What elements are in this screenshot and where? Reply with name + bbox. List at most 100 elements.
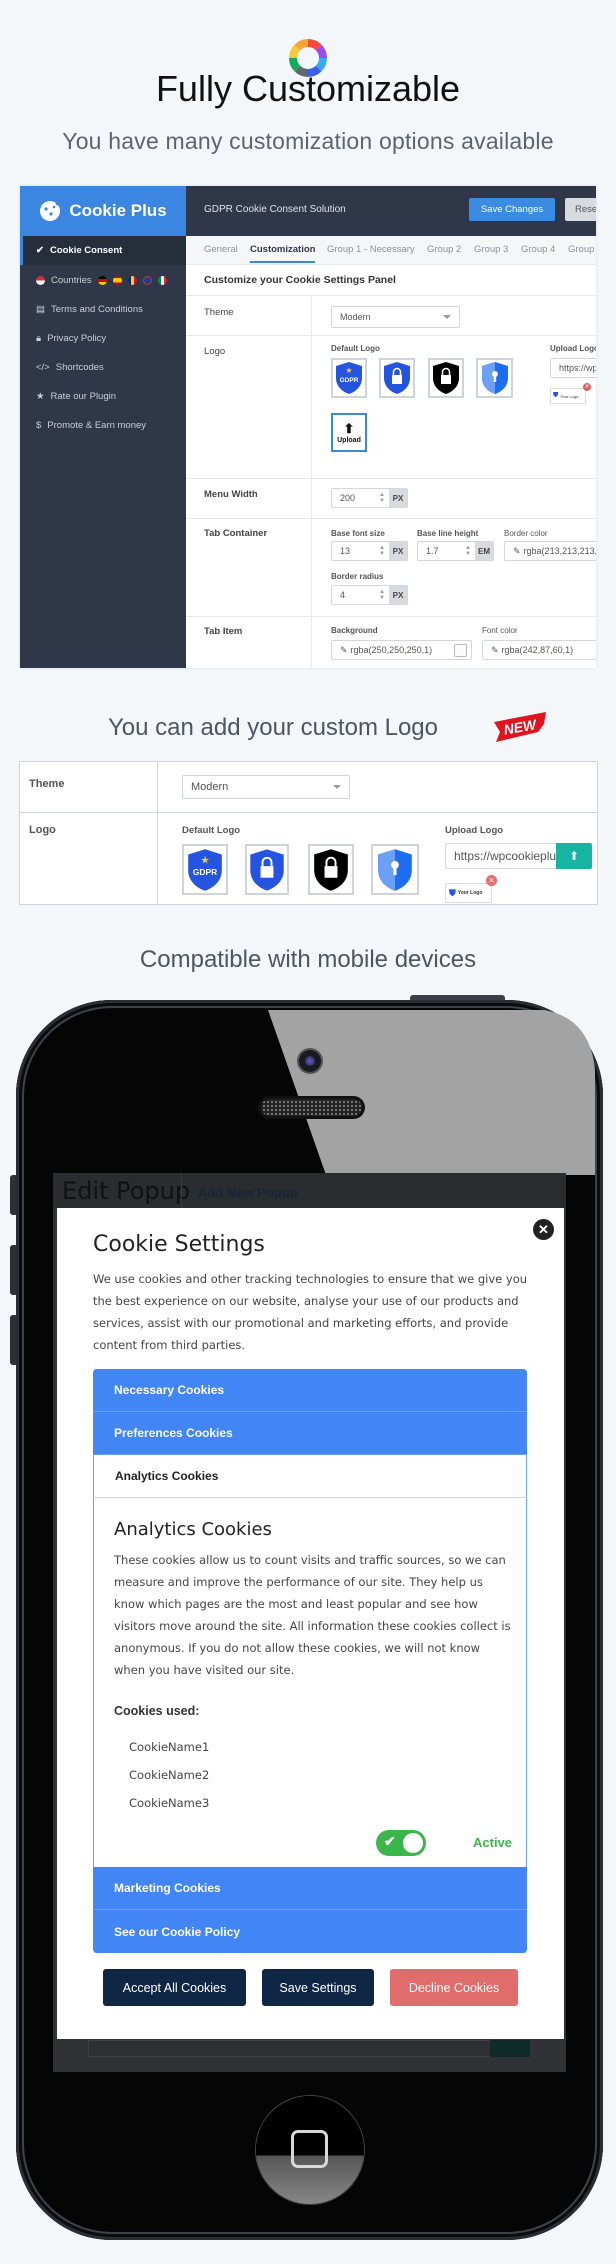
divider xyxy=(186,295,596,296)
divider xyxy=(186,518,596,519)
spinner-icon[interactable]: ▲ ▼ xyxy=(379,545,385,557)
code-icon: </> xyxy=(36,362,50,373)
base-line-height-input[interactable]: 1.7 ▲ ▼ EM xyxy=(417,541,494,561)
base-font-size-input[interactable]: 13 ▲ ▼ PX xyxy=(331,541,408,561)
background-upload-button xyxy=(490,2040,530,2057)
spain-flag-icon xyxy=(112,276,122,285)
divider xyxy=(181,1173,182,1208)
svg-text:★: ★ xyxy=(345,366,352,375)
upload-button[interactable]: ⬆ xyxy=(556,843,592,869)
shield-icon: ⛊ xyxy=(553,392,559,399)
logo-option-black-lock[interactable] xyxy=(428,358,464,398)
background-color-input[interactable]: ✎ rgba(250,250,250,1) xyxy=(331,640,472,660)
border-color-input[interactable]: ✎rgba(213,213,213,1) xyxy=(504,541,596,561)
menu-width-input[interactable]: 200 ▲ ▼ PX xyxy=(331,488,408,508)
new-badge: NEW xyxy=(490,710,550,744)
sidebar-item-label: Rate our Plugin xyxy=(50,391,117,402)
sidebar-item-cookie-consent[interactable]: ✔ Cookie Consent xyxy=(20,236,186,265)
star-icon: ★ xyxy=(36,391,45,402)
upload-logo-input[interactable]: https://wpcookieplus xyxy=(445,843,557,869)
chevron-down-icon xyxy=(443,315,451,319)
unit-label: EM xyxy=(475,542,493,560)
keyhole-shield-icon xyxy=(481,362,508,394)
divider xyxy=(186,335,596,336)
save-changes-button[interactable]: Save Changes xyxy=(469,198,555,221)
your-logo-text: Your Logo xyxy=(457,890,483,896)
tab-group-1[interactable]: Group 1 - Necessary xyxy=(327,244,415,255)
cookie-icon xyxy=(40,200,61,221)
logo-option-keyhole[interactable] xyxy=(371,844,419,895)
admin-panel-screenshot: Cookie Plus ✔ Cookie Consent Countries ▤ T… xyxy=(20,186,596,668)
cookies-used-label: Cookies used: xyxy=(114,1704,200,1718)
sidebar-item-countries[interactable]: Countries xyxy=(20,266,186,295)
sidebar-item-label: Terms and Conditions xyxy=(50,304,143,315)
tab-edit-popup[interactable]: Edit Popup xyxy=(62,1177,190,1205)
tab-group-4[interactable]: Group 4 xyxy=(521,244,555,255)
cookie-policy-link[interactable]: See our Cookie Policy xyxy=(93,1910,527,1953)
sidebar-item-terms[interactable]: ▤ Terms and Conditions xyxy=(20,295,186,324)
spinner-icon[interactable]: ▲ ▼ xyxy=(379,492,385,504)
logo-option-blue-lock[interactable] xyxy=(379,358,415,398)
logo-option-gdpr[interactable]: ★ GDPR xyxy=(182,844,228,895)
tab-group-5[interactable]: Group 5 xyxy=(568,244,596,255)
decline-button[interactable]: Decline Cookies xyxy=(390,1969,518,2006)
sidebar-item-privacy[interactable]: 🔒︎ Privacy Policy xyxy=(20,324,186,353)
remove-logo-icon[interactable]: ✕ xyxy=(583,383,591,391)
svg-text:GDPR: GDPR xyxy=(193,867,217,877)
theme-select[interactable]: Modern xyxy=(182,775,350,799)
mobile-heading: Compatible with mobile devices xyxy=(139,946,477,973)
accordion-analytics[interactable]: Analytics Cookies xyxy=(93,1455,527,1498)
sidebar-item-shortcodes[interactable]: </> Shortcodes xyxy=(20,353,186,382)
upload-tile-label: Upload xyxy=(337,437,361,444)
svg-text:NEW: NEW xyxy=(502,716,539,738)
section-title: Customize your Cookie Settings Panel xyxy=(204,274,396,286)
sidebar-item-label: Shortcodes xyxy=(55,362,104,373)
analytics-toggle[interactable]: ✔ xyxy=(376,1830,426,1856)
tab-customization[interactable]: Customization xyxy=(250,244,316,263)
sidebar-item-rate[interactable]: ★ Rate our Plugin xyxy=(20,382,186,411)
remove-logo-icon[interactable]: ✕ xyxy=(486,875,497,886)
upload-logo-label: Upload Logo xyxy=(550,344,596,353)
upload-logo-input[interactable]: https://wpcookieplus xyxy=(550,358,596,378)
reset-button[interactable]: Reset xyxy=(565,198,596,221)
tab-group-2[interactable]: Group 2 xyxy=(427,244,461,255)
your-logo-thumbnail: ⛊ Your Logo xyxy=(550,388,586,404)
theme-select[interactable]: Modern xyxy=(331,306,460,328)
tab-general[interactable]: General xyxy=(204,244,238,255)
color-swatch[interactable] xyxy=(454,644,467,657)
black-lock-shield-icon xyxy=(433,362,459,394)
tab-item-label: Tab Item xyxy=(204,626,243,637)
tab-bar: General Customization Group 1 - Necessar… xyxy=(186,236,596,265)
save-settings-button[interactable]: Save Settings xyxy=(262,1969,374,2006)
svg-text:GDPR: GDPR xyxy=(340,377,359,384)
logo-label: Logo xyxy=(204,346,226,357)
toggle-knob[interactable] xyxy=(403,1833,423,1853)
top-bar: GDPR Cookie Consent Solution Save Change… xyxy=(186,186,596,236)
tab-add-new-popup[interactable]: Add New Popup xyxy=(198,1185,298,1200)
dollar-icon: $ xyxy=(36,420,42,431)
logo-label: Logo xyxy=(29,824,56,836)
upload-logo-tile[interactable]: ⬆ Upload xyxy=(331,413,367,452)
accordion-preferences[interactable]: Preferences Cookies xyxy=(93,1412,527,1455)
logo-option-keyhole[interactable] xyxy=(476,358,513,398)
divider xyxy=(186,616,596,617)
logo-option-black-lock[interactable] xyxy=(308,844,354,895)
close-icon[interactable]: ✕ xyxy=(533,1219,554,1240)
logo-option-gdpr[interactable]: ★ GDPR xyxy=(331,358,367,398)
file-upload-icon: ⬆ xyxy=(343,421,355,436)
cookie-settings-popup: ✕ Cookie Settings We use cookies and oth… xyxy=(57,1208,564,2039)
logo-option-blue-lock[interactable] xyxy=(245,844,289,895)
accept-all-button[interactable]: Accept All Cookies xyxy=(103,1969,246,2006)
font-color-input[interactable]: ✎ rgba(242,87,60,1) xyxy=(482,640,596,660)
cookie-name: CookieName1 xyxy=(129,1740,210,1754)
sidebar-item-promote[interactable]: $ Promote & Earn money xyxy=(20,411,186,440)
accordion-marketing[interactable]: Marketing Cookies xyxy=(93,1867,527,1910)
tab-group-3[interactable]: Group 3 xyxy=(474,244,508,255)
accordion-necessary[interactable]: Necessary Cookies xyxy=(93,1369,527,1412)
base-font-size-label: Base font size xyxy=(331,529,385,538)
spinner-icon[interactable]: ▲ ▼ xyxy=(379,589,385,601)
spinner-icon[interactable]: ▲ ▼ xyxy=(465,545,471,557)
document-icon: ▤ xyxy=(36,304,45,315)
home-button[interactable] xyxy=(256,2096,364,2204)
border-radius-input[interactable]: 4 ▲ ▼ PX xyxy=(331,585,408,605)
